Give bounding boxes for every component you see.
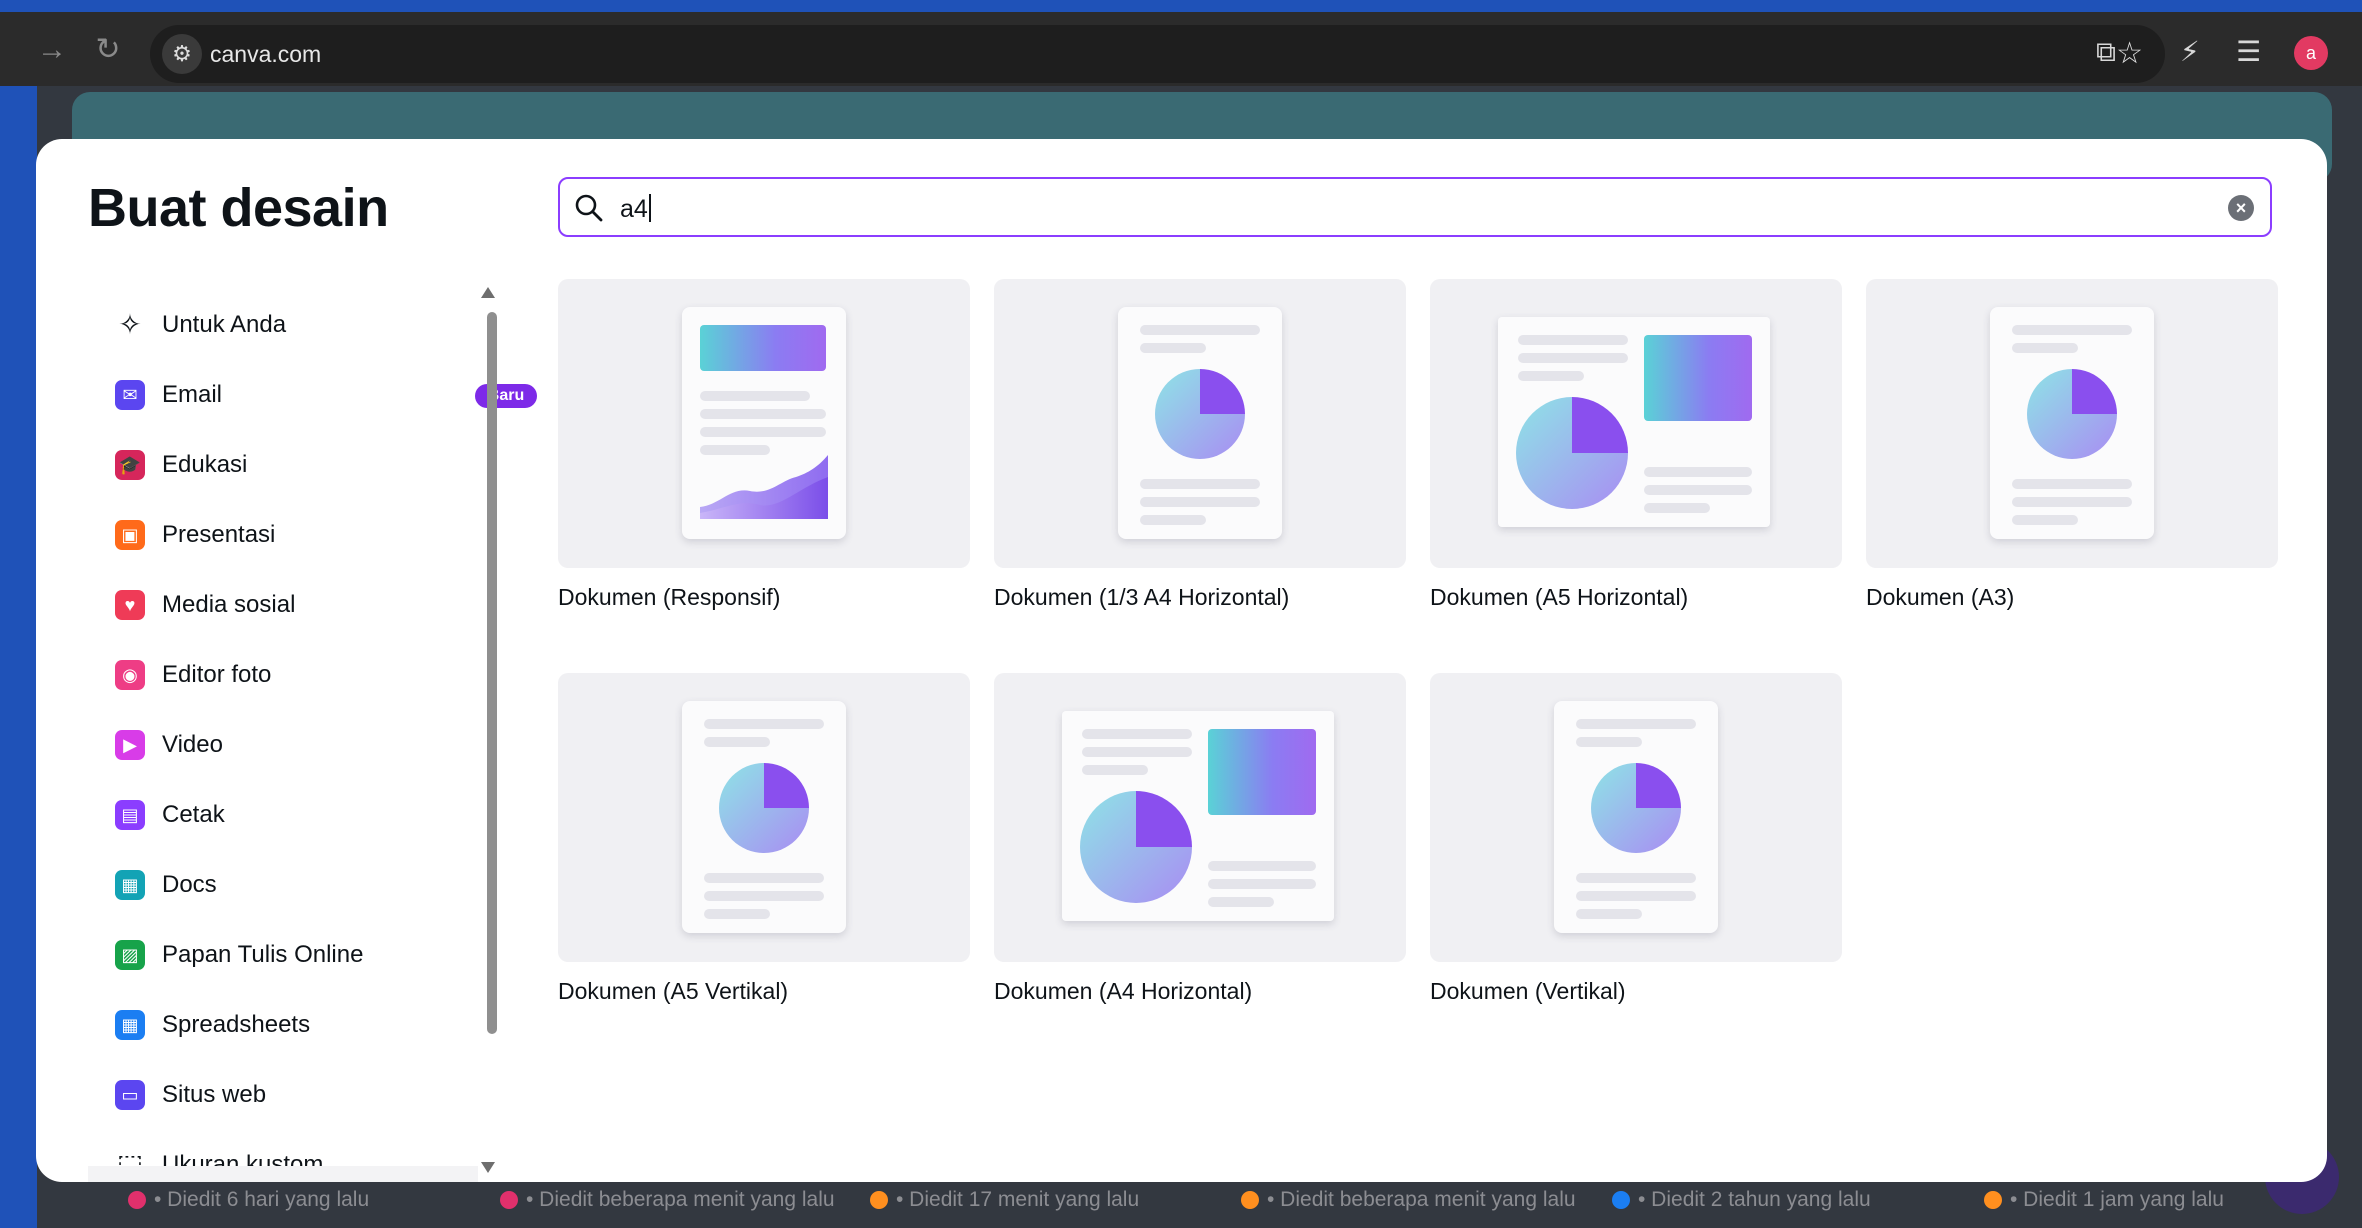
recent-design-status: • Diedit 2 tahun yang lalu: [1612, 1188, 1871, 1212]
browser-toolbar: → ↻ ⚙ canva.com ☆ ⧉ ⚡ ☰ a: [0, 0, 2362, 86]
template-thumbnail[interactable]: [558, 279, 970, 568]
sparkle-icon: ✧: [118, 309, 142, 340]
website-icon: ▭: [114, 1079, 146, 1111]
camera-icon: ◉: [114, 659, 146, 691]
category-label: Presentasi: [162, 521, 276, 548]
search-icon: [575, 194, 603, 222]
site-settings-icon[interactable]: ⚙: [162, 34, 202, 74]
template-thumbnail[interactable]: [994, 673, 1406, 962]
graduation-cap-icon: 🎓: [114, 449, 146, 481]
star-icon[interactable]: ☆: [2116, 36, 2143, 71]
category-item-edukasi[interactable]: 🎓 Edukasi: [114, 438, 499, 494]
category-item-editor-foto[interactable]: ◉ Editor foto: [114, 648, 499, 704]
category-label: Edukasi: [162, 451, 248, 478]
category-item-media-sosial[interactable]: ♥ Media sosial: [114, 578, 499, 634]
template-thumbnail[interactable]: [994, 279, 1406, 568]
category-label: Email: [162, 381, 223, 408]
scroll-up-arrow-icon[interactable]: [481, 287, 495, 298]
whiteboard-icon: ▨: [114, 939, 146, 971]
category-label: Media sosial: [162, 591, 296, 618]
reading-list-icon[interactable]: ☰: [2236, 36, 2261, 68]
category-label: Cetak: [162, 801, 225, 828]
design-type-icon: [500, 1191, 518, 1209]
heart-icon: ♥: [114, 589, 146, 621]
category-item-situs-web[interactable]: ▭ Situs web: [114, 1068, 499, 1124]
design-type-icon: [870, 1191, 888, 1209]
design-type-icon: [128, 1191, 146, 1209]
performance-icon[interactable]: ⚡: [2180, 36, 2200, 68]
category-item-docs[interactable]: ▦ Docs: [114, 858, 499, 914]
template-label[interactable]: Dokumen (1/3 A4 Horizontal): [994, 584, 1289, 611]
category-label: Docs: [162, 871, 217, 898]
email-icon: ✉: [114, 379, 146, 411]
search-input[interactable]: a4 ×: [558, 177, 2272, 237]
design-type-icon: [1612, 1191, 1630, 1209]
category-item-cetak[interactable]: ▤ Cetak: [114, 788, 499, 844]
presentation-icon: ▣: [114, 519, 146, 551]
avatar[interactable]: a: [2294, 36, 2328, 70]
template-label[interactable]: Dokumen (Vertikal): [1430, 978, 1626, 1005]
extensions-icon[interactable]: ⧉: [2096, 36, 2116, 68]
scroll-down-arrow-icon[interactable]: [481, 1162, 495, 1173]
scrollbar-thumb[interactable]: [487, 312, 497, 1034]
design-type-icon: [1241, 1191, 1259, 1209]
category-list-fade: [88, 1166, 478, 1182]
docs-icon: ▦: [114, 869, 146, 901]
template-label[interactable]: Dokumen (A4 Horizontal): [994, 978, 1252, 1005]
category-label: Video: [162, 731, 223, 758]
clear-search-icon[interactable]: ×: [2228, 195, 2254, 221]
url-text[interactable]: canva.com: [210, 41, 321, 68]
template-thumbnail[interactable]: [1430, 279, 1842, 568]
recent-design-status: • Diedit 1 jam yang lalu: [1984, 1188, 2224, 1212]
category-label: Untuk Anda: [162, 311, 287, 338]
reload-icon[interactable]: ↻: [90, 32, 126, 68]
create-design-modal: Buat desain ✧ Untuk Anda ✉ Email Baru 🎓 Edukas…: [36, 139, 2327, 1182]
category-item-papan-tulis-online[interactable]: ▨ Papan Tulis Online: [114, 928, 499, 984]
template-label[interactable]: Dokumen (A5 Vertikal): [558, 978, 788, 1005]
template-label[interactable]: Dokumen (A3): [1866, 584, 2014, 611]
printer-icon: ▤: [114, 799, 146, 831]
category-label: Spreadsheets: [162, 1011, 311, 1038]
template-label[interactable]: Dokumen (A5 Horizontal): [1430, 584, 1688, 611]
category-item-email[interactable]: ✉ Email Baru: [114, 368, 537, 424]
category-label: Papan Tulis Online: [162, 941, 364, 968]
category-item-spreadsheets[interactable]: ▦ Spreadsheets: [114, 998, 499, 1054]
template-thumbnail[interactable]: [1430, 673, 1842, 962]
category-item-untuk-anda[interactable]: ✧ Untuk Anda: [114, 298, 499, 354]
page-title: Buat desain: [88, 178, 389, 238]
design-type-icon: [1984, 1191, 2002, 1209]
search-value[interactable]: a4: [620, 194, 651, 224]
category-item-video[interactable]: ▶ Video: [114, 718, 499, 774]
recent-design-status: • Diedit 6 hari yang lalu: [128, 1188, 369, 1212]
forward-icon[interactable]: →: [34, 32, 70, 68]
recent-design-status: • Diedit beberapa menit yang lalu: [500, 1188, 835, 1212]
recent-design-status: • Diedit 17 menit yang lalu: [870, 1188, 1139, 1212]
spreadsheet-icon: ▦: [114, 1009, 146, 1041]
background-edge: [17, 86, 37, 1228]
template-thumbnail[interactable]: [558, 673, 970, 962]
address-bar[interactable]: ⚙ canva.com ☆: [150, 25, 2165, 83]
category-item-presentasi[interactable]: ▣ Presentasi: [114, 508, 499, 564]
video-icon: ▶: [114, 729, 146, 761]
template-label[interactable]: Dokumen (Responsif): [558, 584, 780, 611]
category-label: Editor foto: [162, 661, 272, 688]
category-label: Situs web: [162, 1081, 267, 1108]
template-thumbnail[interactable]: [1866, 279, 2278, 568]
recent-design-status: • Diedit beberapa menit yang lalu: [1241, 1188, 1576, 1212]
